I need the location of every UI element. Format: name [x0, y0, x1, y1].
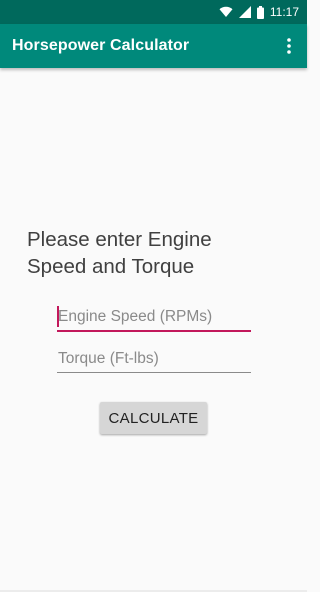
engine-speed-input[interactable]: [57, 304, 251, 332]
text-cursor: [57, 306, 59, 327]
signal-icon: [238, 6, 251, 18]
torque-input[interactable]: [57, 345, 251, 373]
instruction-line-1: Please enter Engine: [27, 228, 212, 251]
more-vert-icon[interactable]: [277, 32, 301, 60]
instruction-line-2: Speed and Torque: [27, 255, 195, 278]
main-content: Please enter Engine Speed and Torque CAL…: [0, 68, 307, 592]
app-bar: Horsepower Calculator: [0, 24, 307, 68]
calculate-button[interactable]: CALCULATE: [100, 402, 207, 434]
battery-icon: [256, 5, 264, 19]
status-bar: 11:17: [0, 0, 307, 24]
wifi-icon: [219, 6, 233, 18]
instruction-text: Please enter Engine Speed and Torque: [27, 226, 277, 280]
status-time: 11:17: [269, 5, 299, 19]
app-title: Horsepower Calculator: [12, 37, 190, 54]
